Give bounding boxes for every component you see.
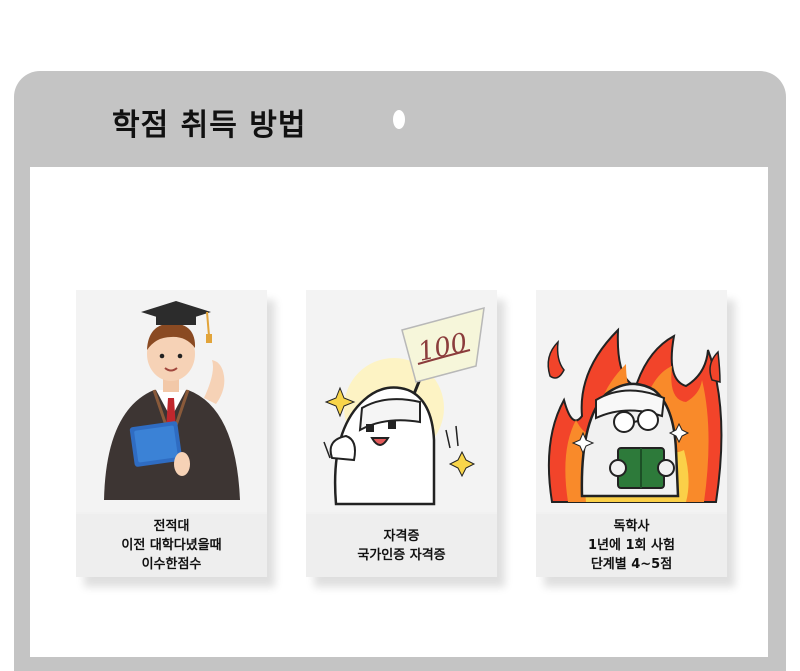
card-caption: 자격증 국가인증 자격증	[306, 514, 497, 577]
card-self-study: 독학사 1년에 1회 사험 단계별 4~5점	[536, 290, 727, 577]
certificate-100-icon: 100	[306, 290, 497, 512]
card-caption: 독학사 1년에 1회 사험 단계별 4~5점	[536, 514, 727, 577]
studying-fire-icon	[536, 290, 727, 512]
caption-line: 전적대	[153, 519, 190, 534]
caption-line: 단계별 4~5점	[590, 557, 673, 572]
camera-dot	[393, 110, 405, 129]
caption-line: 자격증	[383, 528, 420, 544]
caption-line: 이전 대학다녔을때	[121, 538, 222, 553]
graduate-icon	[76, 290, 267, 512]
page-title: 학점 취득 방법	[112, 108, 307, 143]
caption-line: 1년에 1회 사험	[588, 538, 675, 553]
card-certificate: 100 자격증 국가인증 자격증	[306, 290, 497, 577]
card-caption: 전적대 이전 대학다녔을때 이수한점수	[76, 514, 267, 577]
caption-line: 국가인증 자격증	[357, 547, 446, 563]
caption-line: 이수한점수	[141, 557, 202, 572]
caption-line: 독학사	[613, 519, 650, 534]
card-transfer-credits: 전적대 이전 대학다녔을때 이수한점수	[76, 290, 267, 577]
